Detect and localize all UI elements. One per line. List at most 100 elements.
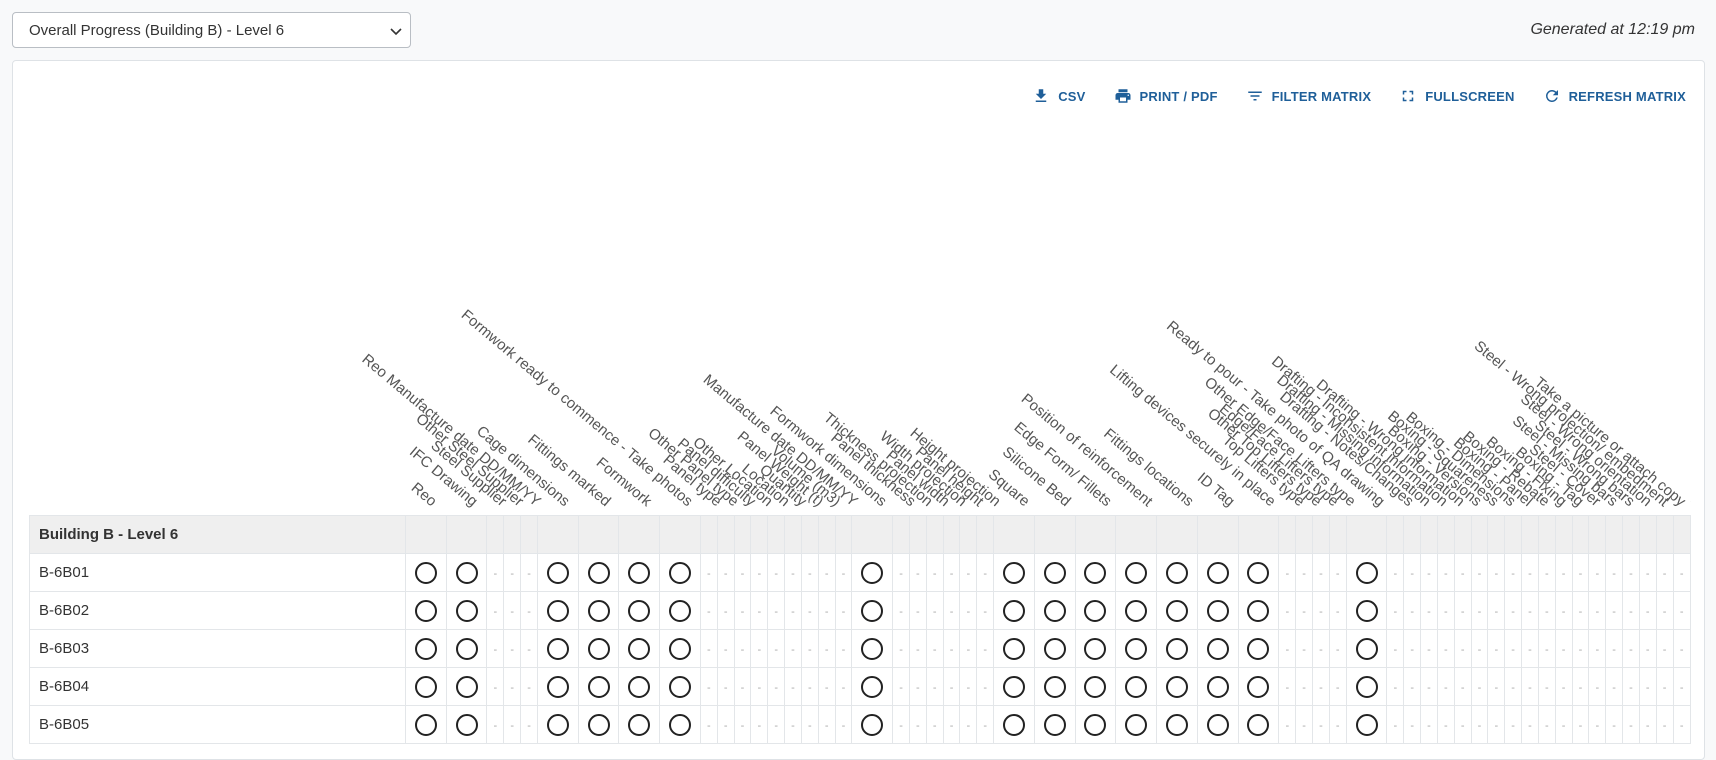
matrix-cell[interactable] (577, 667, 620, 706)
matrix-cell[interactable] (1237, 705, 1280, 744)
status-circle[interactable] (1002, 561, 1025, 584)
matrix-cell[interactable] (1237, 553, 1280, 592)
status-circle[interactable] (587, 561, 610, 584)
matrix-cell[interactable] (445, 553, 488, 592)
matrix-cell[interactable] (1345, 591, 1388, 630)
status-circle[interactable] (455, 561, 478, 584)
status-circle[interactable] (1247, 713, 1270, 736)
matrix-cell[interactable] (1074, 667, 1117, 706)
status-circle[interactable] (1084, 713, 1107, 736)
matrix-cell[interactable] (445, 667, 488, 706)
matrix-cell[interactable] (1196, 667, 1239, 706)
status-circle[interactable] (1206, 637, 1229, 660)
status-circle[interactable] (455, 675, 478, 698)
status-circle[interactable] (1355, 599, 1378, 622)
report-select[interactable]: Overall Progress (Building B) - Level 6 (12, 12, 411, 48)
status-circle[interactable] (587, 637, 610, 660)
status-circle[interactable] (628, 713, 651, 736)
matrix-cell[interactable] (1033, 591, 1076, 630)
status-circle[interactable] (587, 599, 610, 622)
status-circle[interactable] (1125, 675, 1148, 698)
status-circle[interactable] (861, 637, 884, 660)
status-circle[interactable] (1125, 713, 1148, 736)
status-circle[interactable] (861, 675, 884, 698)
matrix-cell[interactable] (1237, 667, 1280, 706)
matrix-cell[interactable] (1115, 705, 1158, 744)
status-circle[interactable] (669, 599, 692, 622)
matrix-cell[interactable] (1196, 705, 1239, 744)
status-circle[interactable] (587, 713, 610, 736)
matrix-cell[interactable] (1156, 667, 1198, 706)
status-circle[interactable] (1084, 675, 1107, 698)
matrix-cell[interactable] (851, 553, 894, 592)
matrix-cell[interactable] (536, 667, 579, 706)
matrix-cell[interactable] (1074, 629, 1117, 668)
status-circle[interactable] (1355, 713, 1378, 736)
matrix-cell[interactable] (618, 667, 661, 706)
status-circle[interactable] (669, 637, 692, 660)
matrix-cell[interactable] (659, 629, 701, 668)
status-circle[interactable] (1165, 561, 1188, 584)
status-circle[interactable] (546, 599, 569, 622)
matrix-cell[interactable] (577, 553, 620, 592)
status-circle[interactable] (669, 561, 692, 584)
matrix-cell[interactable] (851, 705, 894, 744)
matrix-cell[interactable] (1115, 553, 1158, 592)
matrix-cell[interactable] (993, 705, 1035, 744)
status-circle[interactable] (1165, 599, 1188, 622)
status-circle[interactable] (414, 675, 437, 698)
filter-matrix-button[interactable]: FILTER MATRIX (1246, 86, 1372, 106)
status-circle[interactable] (628, 561, 651, 584)
matrix-cell[interactable] (1196, 591, 1239, 630)
matrix-cell[interactable] (1156, 553, 1198, 592)
matrix-cell[interactable] (536, 591, 579, 630)
status-circle[interactable] (1002, 713, 1025, 736)
status-circle[interactable] (628, 675, 651, 698)
matrix-cell[interactable] (1345, 667, 1388, 706)
status-circle[interactable] (1165, 675, 1188, 698)
matrix-cell[interactable] (1115, 629, 1158, 668)
status-circle[interactable] (861, 713, 884, 736)
matrix-cell[interactable] (404, 553, 447, 592)
matrix-cell[interactable] (659, 705, 701, 744)
status-circle[interactable] (1247, 561, 1270, 584)
matrix-cell[interactable] (536, 705, 579, 744)
matrix-cell[interactable] (618, 591, 661, 630)
matrix-cell[interactable] (993, 629, 1035, 668)
status-circle[interactable] (1002, 637, 1025, 660)
matrix-cell[interactable] (1237, 591, 1280, 630)
status-circle[interactable] (1043, 561, 1066, 584)
matrix-cell[interactable] (1033, 705, 1076, 744)
matrix-cell[interactable] (536, 553, 579, 592)
matrix-cell[interactable] (404, 591, 447, 630)
status-circle[interactable] (455, 599, 478, 622)
status-circle[interactable] (1125, 599, 1148, 622)
matrix-cell[interactable] (993, 591, 1035, 630)
status-circle[interactable] (1043, 713, 1066, 736)
status-circle[interactable] (1043, 599, 1066, 622)
status-circle[interactable] (414, 713, 437, 736)
status-circle[interactable] (1084, 637, 1107, 660)
matrix-cell[interactable] (1033, 629, 1076, 668)
status-circle[interactable] (414, 637, 437, 660)
matrix-cell[interactable] (1074, 553, 1117, 592)
matrix-cell[interactable] (1156, 629, 1198, 668)
status-circle[interactable] (1125, 637, 1148, 660)
matrix-cell[interactable] (577, 591, 620, 630)
status-circle[interactable] (1165, 713, 1188, 736)
matrix-cell[interactable] (659, 591, 701, 630)
matrix-cell[interactable] (1345, 629, 1388, 668)
matrix-cell[interactable] (1156, 705, 1198, 744)
status-circle[interactable] (1084, 599, 1107, 622)
matrix-cell[interactable] (618, 553, 661, 592)
status-circle[interactable] (414, 561, 437, 584)
matrix-cell[interactable] (577, 705, 620, 744)
matrix-cell[interactable] (1115, 591, 1158, 630)
matrix-cell[interactable] (659, 667, 701, 706)
status-circle[interactable] (1355, 675, 1378, 698)
matrix-cell[interactable] (1074, 705, 1117, 744)
status-circle[interactable] (546, 713, 569, 736)
matrix-cell[interactable] (993, 553, 1035, 592)
matrix-cell[interactable] (851, 591, 894, 630)
status-circle[interactable] (861, 599, 884, 622)
